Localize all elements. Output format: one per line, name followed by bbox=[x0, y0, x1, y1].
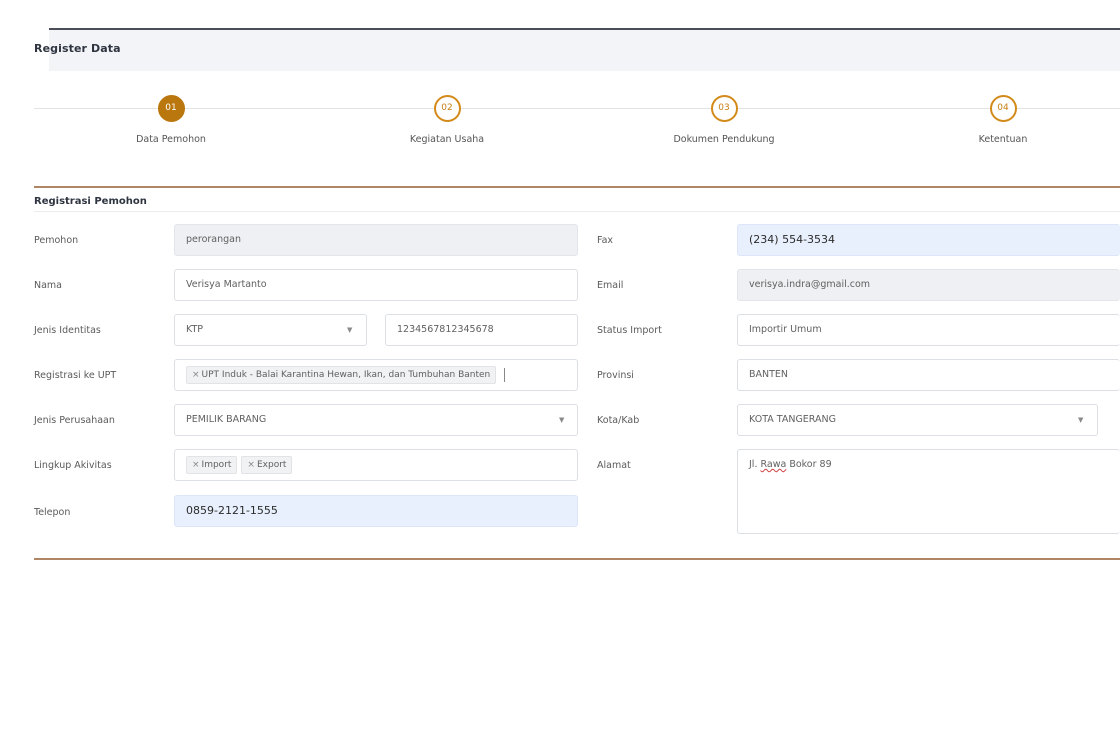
kota-kab-label: Kota/Kab bbox=[597, 415, 640, 426]
tag-remove-icon[interactable]: × bbox=[192, 460, 200, 470]
nama-input[interactable]: Verisya Martanto bbox=[174, 269, 578, 301]
jenis-perusahaan-select[interactable]: PEMILIK BARANG ▼ bbox=[174, 404, 578, 436]
step-number-circle: 04 bbox=[989, 95, 1017, 122]
section-title: Registrasi Pemohon bbox=[34, 196, 147, 207]
import-tag[interactable]: × Import bbox=[186, 455, 238, 474]
jenis-identitas-value: KTP bbox=[186, 324, 204, 335]
page-title: Register Data bbox=[34, 42, 121, 55]
section-title-divider bbox=[34, 211, 1120, 212]
jenis-perusahaan-label: Jenis Perusahaan bbox=[34, 415, 115, 426]
step-label: Kegiatan Usaha bbox=[409, 134, 485, 145]
status-import-label: Status Import bbox=[597, 325, 662, 336]
nama-label: Nama bbox=[34, 280, 63, 291]
tag-remove-icon[interactable]: × bbox=[247, 460, 255, 470]
nomor-identitas-input[interactable]: 1234567812345678 bbox=[385, 314, 578, 346]
alamat-textarea[interactable]: Jl. Rawa Bokor 89 bbox=[737, 449, 1120, 534]
tag-remove-icon[interactable]: × bbox=[192, 370, 200, 380]
registrasi-upt-multiselect[interactable]: × UPT Induk - Balai Karantina Hewan, Ikan… bbox=[174, 359, 578, 391]
lingkup-aktivitas-multiselect[interactable]: × Import × Export bbox=[174, 449, 578, 481]
telepon-input[interactable]: 0859-2121-1555 bbox=[174, 495, 578, 527]
email-label: Email bbox=[597, 280, 624, 291]
chevron-down-icon: ▼ bbox=[1078, 416, 1084, 424]
header-bar bbox=[49, 30, 1120, 71]
telepon-label: Telepon bbox=[34, 507, 71, 518]
alamat-label: Alamat bbox=[597, 460, 631, 471]
step-number-circle: 02 bbox=[433, 95, 461, 122]
step-ketentuan[interactable]: 04 Ketentuan bbox=[903, 95, 1103, 145]
step-label: Ketentuan bbox=[978, 134, 1028, 145]
kota-kab-value: KOTA TANGERANG bbox=[749, 414, 836, 425]
text-cursor bbox=[504, 367, 506, 382]
chevron-down-icon: ▼ bbox=[559, 416, 565, 424]
fax-input[interactable]: (234) 554-3534 bbox=[737, 224, 1120, 256]
provinsi-label: Provinsi bbox=[597, 370, 634, 381]
upt-tag-label: UPT Induk - Balai Karantina Hewan, Ikan,… bbox=[201, 369, 491, 380]
upt-tag[interactable]: × UPT Induk - Balai Karantina Hewan, Ikan… bbox=[186, 365, 497, 384]
status-import-field[interactable]: Importir Umum bbox=[737, 314, 1120, 346]
kota-kab-select[interactable]: KOTA TANGERANG ▼ bbox=[737, 404, 1098, 436]
jenis-identitas-label: Jenis Identitas bbox=[34, 325, 101, 336]
register-page: Register Data 01 Data Pemohon 02 Kegiata… bbox=[0, 0, 1120, 750]
step-data-pemohon[interactable]: 01 Data Pemohon bbox=[71, 95, 271, 145]
section-top-divider bbox=[34, 186, 1120, 188]
step-number-circle: 01 bbox=[157, 95, 185, 122]
alamat-word: Rawa bbox=[760, 459, 787, 470]
alamat-suffix: Bokor 89 bbox=[786, 459, 832, 470]
jenis-perusahaan-value: PEMILIK BARANG bbox=[186, 414, 267, 425]
registrasi-upt-label: Registrasi ke UPT bbox=[34, 370, 117, 381]
alamat-prefix: Jl. bbox=[749, 459, 761, 470]
section-bottom-divider bbox=[34, 558, 1120, 560]
stepper: 01 Data Pemohon 02 Kegiatan Usaha 03 Dok… bbox=[34, 90, 1120, 160]
pemohon-field[interactable]: perorangan bbox=[174, 224, 578, 256]
step-number-circle: 03 bbox=[710, 95, 738, 122]
import-tag-label: Import bbox=[201, 459, 232, 470]
lingkup-aktivitas-label: Lingkup Akivitas bbox=[34, 460, 112, 471]
step-dokumen-pendukung[interactable]: 03 Dokumen Pendukung bbox=[624, 95, 824, 145]
step-label: Data Pemohon bbox=[136, 134, 206, 145]
pemohon-label: Pemohon bbox=[34, 235, 79, 246]
email-field[interactable]: verisya.indra@gmail.com bbox=[737, 269, 1120, 301]
jenis-identitas-select[interactable]: KTP ▼ bbox=[174, 314, 367, 346]
export-tag-label: Export bbox=[256, 459, 287, 470]
step-label: Dokumen Pendukung bbox=[673, 134, 775, 145]
provinsi-field[interactable]: BANTEN bbox=[737, 359, 1120, 391]
fax-label: Fax bbox=[597, 235, 614, 246]
chevron-down-icon: ▼ bbox=[347, 326, 353, 334]
step-kegiatan-usaha[interactable]: 02 Kegiatan Usaha bbox=[347, 95, 547, 145]
export-tag[interactable]: × Export bbox=[241, 455, 293, 474]
